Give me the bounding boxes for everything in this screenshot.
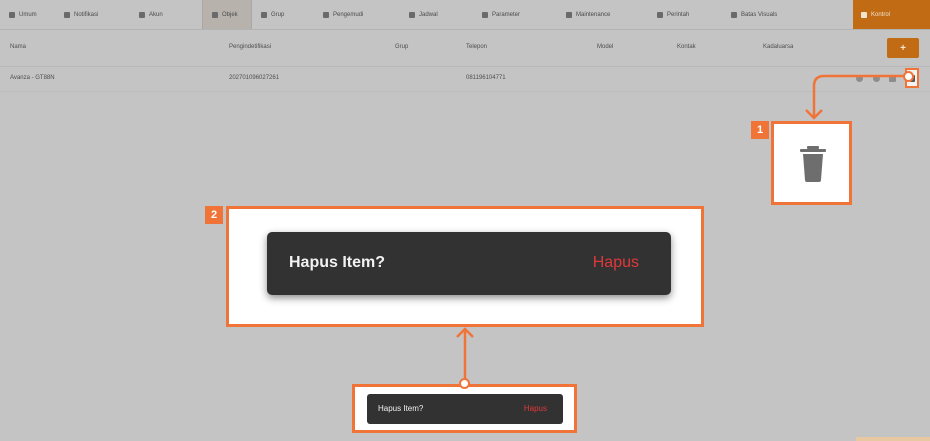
column-header[interactable]: Telepon (466, 44, 487, 50)
gear-icon (9, 11, 15, 18)
cell-identifier: 202701096027261 (229, 75, 280, 81)
object-icon (212, 11, 218, 18)
pencil-icon (731, 11, 737, 18)
tab-label: Maintenance (576, 11, 611, 18)
corner-bar (856, 437, 930, 441)
tab-label: Parameter (492, 11, 521, 18)
tab-parameter[interactable]: Parameter (473, 0, 557, 29)
delete-confirm-button[interactable]: Hapus (524, 404, 547, 413)
confirm-delete-snackbar: Hapus Item? Hapus (367, 394, 563, 424)
connector-dot (459, 378, 470, 389)
page: Umum Notifikasi Akun Objek Grup Pengemud… (0, 0, 930, 441)
folder-icon (261, 11, 267, 18)
wrench-icon (566, 11, 572, 18)
tab-label: Kontrol (871, 11, 891, 18)
tab-grup[interactable]: Grup (252, 0, 314, 29)
tab-objek[interactable]: Objek (202, 0, 252, 29)
tab-label: Jadwal (419, 11, 438, 18)
add-object-button[interactable]: + (887, 38, 919, 58)
tab-label: Umum (19, 11, 37, 18)
tab-perintah[interactable]: Perintah (648, 0, 722, 29)
tab-batas-visuals[interactable]: Batas Visuals (722, 0, 810, 29)
callout-badge: 1 (751, 121, 769, 139)
column-header[interactable]: Grup (395, 44, 408, 50)
tab-kontrol[interactable]: Kontrol (853, 0, 930, 29)
dialog-title: Hapus Item? (289, 254, 386, 271)
tab-jadwal[interactable]: Jadwal (400, 0, 473, 29)
user-icon (139, 11, 145, 18)
list-icon (482, 11, 488, 18)
tab-label: Pengemudi (333, 11, 364, 18)
view-icon[interactable] (856, 75, 863, 82)
settings-icon[interactable] (873, 75, 880, 82)
tab-notifikasi[interactable]: Notifikasi (55, 0, 130, 29)
tab-akun[interactable]: Akun (130, 0, 202, 29)
cell-phone: 081196104771 (466, 75, 506, 81)
confirm-delete-dialog: Hapus Item? Hapus (267, 232, 671, 295)
dialog-title: Hapus Item? (378, 404, 424, 413)
connector-dot (903, 71, 914, 82)
tab-label: Notifikasi (74, 11, 99, 18)
tab-umum[interactable]: Umum (0, 0, 55, 29)
tab-bar: Umum Notifikasi Akun Objek Grup Pengemud… (0, 0, 930, 30)
column-header[interactable]: Pengindetifikasi (229, 44, 271, 50)
tab-maintenance[interactable]: Maintenance (557, 0, 648, 29)
edit-icon[interactable] (889, 75, 896, 82)
tab-pengemudi[interactable]: Pengemudi (314, 0, 400, 29)
table-row[interactable]: Avanza - GT88N 202701096027261 081196104… (0, 67, 930, 92)
trash-zoom-callout (771, 121, 852, 205)
tab-label: Batas Visuals (741, 11, 778, 18)
driver-icon (323, 11, 329, 18)
tab-label: Grup (271, 11, 285, 18)
tab-label: Objek (222, 11, 238, 18)
calendar-icon (409, 11, 415, 18)
command-icon (657, 11, 663, 18)
column-header[interactable]: Model (597, 44, 613, 50)
bell-icon (64, 11, 70, 18)
trash-icon (800, 146, 826, 182)
tab-label: Akun (149, 11, 163, 18)
tab-label: Perintah (667, 11, 690, 18)
column-header[interactable]: Kadaluarsa (763, 44, 793, 50)
cell-name: Avanza - GT88N (10, 75, 55, 81)
plus-icon (861, 11, 867, 18)
callout-badge: 2 (205, 206, 223, 224)
delete-confirm-button[interactable]: Hapus (593, 254, 639, 272)
column-header[interactable]: Kontak (677, 44, 696, 50)
table-header: Nama Pengindetifikasi Grup Telepon Model… (0, 30, 930, 67)
column-header[interactable]: Nama (10, 44, 26, 50)
